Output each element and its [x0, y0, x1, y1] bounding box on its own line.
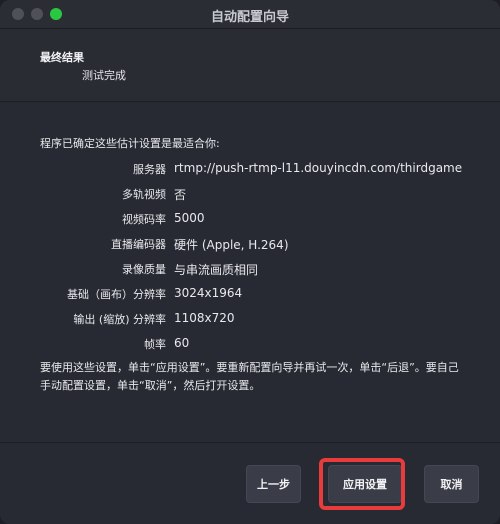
setting-row-output-resolution: 输出 (缩放) 分辨率 1108x720 — [0, 311, 500, 329]
setting-value: rtmp://push-rtmp-l11.douyincdn.com/third… — [174, 161, 463, 175]
result-header: 最终结果 测试完成 — [0, 29, 500, 102]
setting-value: 3024x1964 — [174, 286, 243, 300]
apply-settings-button[interactable]: 应用设置 — [328, 465, 402, 503]
setting-value: 5000 — [174, 211, 205, 225]
setting-label: 直播编码器 — [111, 238, 166, 251]
setting-value: 1108x720 — [174, 311, 235, 325]
setting-value: 60 — [174, 336, 190, 350]
setting-label: 视频码率 — [122, 213, 166, 226]
setting-label: 服务器 — [133, 163, 166, 176]
back-button[interactable]: 上一步 — [246, 465, 301, 503]
setting-value: 否 — [174, 188, 187, 202]
setting-value: 与串流画质相同 — [174, 263, 259, 277]
setting-value: 硬件 (Apple, H.264) — [174, 238, 289, 252]
setting-row-fps: 帧率 60 — [0, 336, 500, 354]
setting-row-base-resolution: 基础（画布）分辨率 3024x1964 — [0, 286, 500, 304]
setting-label: 帧率 — [144, 338, 166, 351]
summary-intro: 程序已确定这些估计设置是最适合你: — [40, 137, 220, 150]
titlebar: 自动配置向导 — [0, 0, 500, 29]
auto-config-wizard-window: 自动配置向导 最终结果 测试完成 程序已确定这些估计设置是最适合你: 服务器 r… — [0, 0, 500, 524]
cancel-button[interactable]: 取消 — [424, 465, 479, 503]
result-heading: 最终结果 — [40, 51, 84, 64]
setting-label: 输出 (缩放) 分辨率 — [73, 313, 166, 326]
setting-label: 录像质量 — [122, 263, 166, 276]
setting-row-video-bitrate: 视频码率 5000 — [0, 211, 500, 229]
instructions-note: 要使用这些设置，单击“应用设置”。要重新配置向导并再试一次，单击“后退”。要自己… — [40, 361, 459, 392]
setting-row-recording-quality: 录像质量 与串流画质相同 — [0, 261, 500, 279]
window-title: 自动配置向导 — [210, 10, 289, 25]
settings-summary: 程序已确定这些估计设置是最适合你: 服务器 rtmp://push-rtmp-l… — [0, 102, 500, 442]
setting-row-multitrack: 多轨视频 否 — [0, 186, 500, 204]
setting-row-encoder: 直播编码器 硬件 (Apple, H.264) — [0, 236, 500, 254]
wizard-footer: 上一步 应用设置 取消 — [0, 442, 500, 524]
setting-row-server: 服务器 rtmp://push-rtmp-l11.douyincdn.com/t… — [0, 161, 500, 179]
result-subheading: 测试完成 — [82, 69, 126, 82]
setting-label: 多轨视频 — [122, 188, 166, 201]
setting-label: 基础（画布）分辨率 — [67, 288, 166, 301]
